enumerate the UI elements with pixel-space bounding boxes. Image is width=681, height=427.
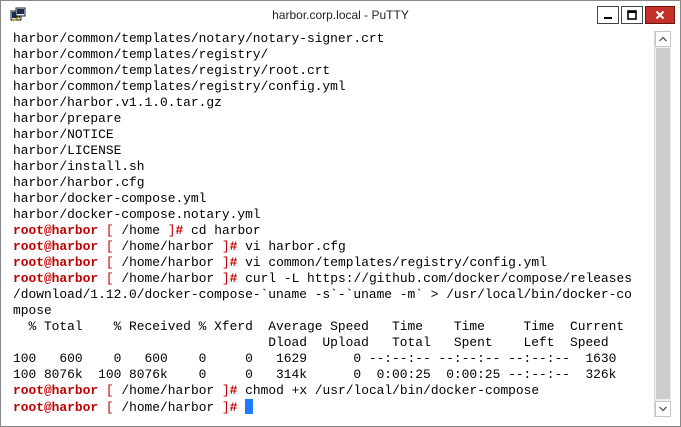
- terminal-prompt-line: root@harbor [ /home/harbor ]# curl -L ht…: [13, 271, 652, 287]
- prompt-close-bracket: ]: [221, 271, 230, 286]
- terminal-output-line: harbor/LICENSE: [13, 143, 122, 158]
- prompt-user: root@harbor: [13, 255, 99, 270]
- terminal-output-line: mpose: [13, 303, 52, 318]
- prompt-user: root@harbor: [13, 223, 99, 238]
- command-text: vi harbor.cfg: [245, 239, 346, 254]
- chevron-down-icon: [659, 406, 667, 412]
- command-text: chmod +x /usr/local/bin/docker-compose: [245, 383, 540, 398]
- scroll-up-button[interactable]: [655, 31, 671, 47]
- text-cursor: [245, 399, 254, 414]
- prompt-user: root@harbor: [13, 239, 99, 254]
- terminal-output-line: % Total % Received % Xferd Average Speed…: [13, 319, 625, 334]
- terminal-prompt-line: root@harbor [ /home/harbor ]# vi common/…: [13, 255, 652, 271]
- prompt-open-bracket: [: [105, 239, 114, 254]
- prompt-path: /home/harbor: [121, 400, 215, 415]
- terminal-output[interactable]: harbor/common/templates/notary/notary-si…: [13, 31, 652, 417]
- prompt-close-bracket: ]: [221, 255, 230, 270]
- putty-window: harbor.corp.local - PuTTY harbor/common/…: [0, 0, 681, 427]
- close-button[interactable]: [645, 6, 675, 24]
- terminal-output-line: Dload Upload Total Spent Left Speed: [13, 335, 609, 350]
- terminal-output-line: harbor/docker-compose.notary.yml: [13, 207, 261, 222]
- command-text: vi common/templates/registry/config.yml: [245, 255, 547, 270]
- prompt-open-bracket: [: [105, 383, 114, 398]
- terminal-output-line: 100 8076k 100 8076k 0 0 314k 0 0:00:25 0…: [13, 367, 617, 382]
- scroll-down-button[interactable]: [655, 401, 671, 417]
- prompt-close-bracket: ]: [221, 400, 230, 415]
- prompt-user: root@harbor: [13, 383, 99, 398]
- prompt-hash: #: [229, 271, 238, 286]
- command-text: cd harbor: [191, 223, 261, 238]
- terminal-output-line: 100 600 0 600 0 0 1629 0 --:--:-- --:--:…: [13, 351, 617, 366]
- prompt-path: /home/harbor: [121, 255, 215, 270]
- prompt-path: /home/harbor: [121, 383, 215, 398]
- prompt-path: /home: [121, 223, 161, 238]
- terminal-output-line: harbor/common/templates/notary/notary-si…: [13, 31, 385, 46]
- prompt-path: /home/harbor: [121, 271, 215, 286]
- terminal-output-line: harbor/harbor.v1.1.0.tar.gz: [13, 95, 222, 110]
- prompt-hash: #: [229, 400, 238, 415]
- terminal-prompt-line: root@harbor [ /home/harbor ]#: [13, 399, 652, 415]
- prompt-hash: #: [175, 223, 184, 238]
- terminal-output-line: harbor/docker-compose.yml: [13, 191, 207, 206]
- terminal-output-line: harbor/harbor.cfg: [13, 175, 145, 190]
- terminal-output-line: harbor/prepare: [13, 111, 122, 126]
- prompt-close-bracket: ]: [221, 239, 230, 254]
- scrollbar-thumb[interactable]: [656, 48, 670, 399]
- prompt-open-bracket: [: [105, 223, 114, 238]
- prompt-user: root@harbor: [13, 400, 99, 415]
- terminal-output-line: /download/1.12.0/docker-compose-`uname -…: [13, 287, 632, 302]
- prompt-open-bracket: [: [105, 271, 114, 286]
- maximize-icon: [627, 10, 637, 20]
- terminal-output-line: harbor/install.sh: [13, 159, 145, 174]
- window-title: harbor.corp.local - PuTTY: [272, 8, 409, 22]
- terminal-output-line: harbor/common/templates/registry/root.cr…: [13, 63, 331, 78]
- chevron-up-icon: [659, 36, 667, 42]
- prompt-user: root@harbor: [13, 271, 99, 286]
- prompt-hash: #: [229, 383, 238, 398]
- terminal-prompt-line: root@harbor [ /home ]# cd harbor: [13, 223, 652, 239]
- terminal-client-area: harbor/common/templates/notary/notary-si…: [9, 31, 674, 418]
- title-bar[interactable]: harbor.corp.local - PuTTY: [0, 0, 681, 31]
- prompt-close-bracket: ]: [221, 383, 230, 398]
- prompt-close-bracket: ]: [167, 223, 176, 238]
- minimize-icon: [604, 17, 612, 19]
- prompt-path: /home/harbor: [121, 239, 215, 254]
- prompt-hash: #: [229, 239, 238, 254]
- minimize-button[interactable]: [597, 6, 619, 24]
- terminal-prompt-line: root@harbor [ /home/harbor ]# chmod +x /…: [13, 383, 652, 399]
- prompt-open-bracket: [: [105, 255, 114, 270]
- prompt-open-bracket: [: [105, 400, 114, 415]
- terminal-output-line: harbor/common/templates/registry/config.…: [13, 79, 346, 94]
- maximize-button[interactable]: [621, 6, 643, 24]
- vertical-scrollbar[interactable]: [654, 31, 671, 417]
- terminal-output-line: harbor/NOTICE: [13, 127, 114, 142]
- terminal-output-line: harbor/common/templates/registry/: [13, 47, 269, 62]
- close-icon: [655, 10, 665, 20]
- command-text: curl -L https://github.com/docker/compos…: [245, 271, 632, 286]
- terminal-prompt-line: root@harbor [ /home/harbor ]# vi harbor.…: [13, 239, 652, 255]
- prompt-hash: #: [229, 255, 238, 270]
